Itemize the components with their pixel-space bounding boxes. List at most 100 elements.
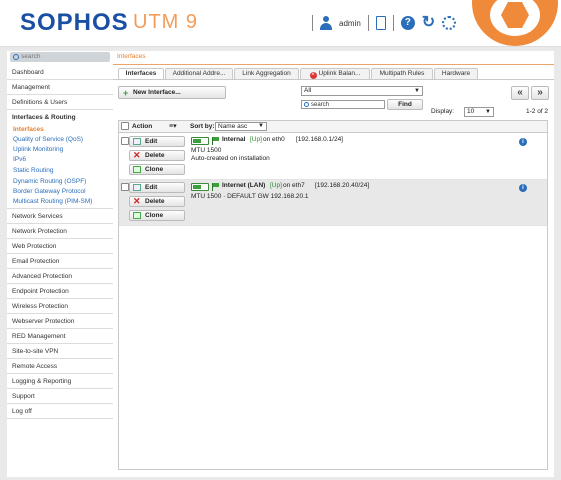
sidebar-search-input[interactable]: search	[10, 52, 110, 62]
sidebar-item-network-protection[interactable]: Network Protection	[7, 225, 113, 239]
sidebar-sub-uplink-monitoring[interactable]: Uplink Monitoring	[7, 145, 113, 155]
edit-button[interactable]: Edit	[129, 182, 185, 193]
sidebar-sub-multicast-routing[interactable]: Multicast Routing (PIM-SM)	[7, 197, 113, 209]
clone-label: Clone	[145, 166, 164, 173]
chevron-down-icon: ▼	[414, 88, 420, 94]
display-label: Display:	[431, 108, 455, 115]
sidebar-item-management[interactable]: Management	[7, 81, 113, 95]
sidebar-item-advanced-protection[interactable]: Advanced Protection	[7, 270, 113, 284]
find-button[interactable]: Find	[387, 99, 423, 110]
delete-button[interactable]: ✕ Delete	[129, 150, 185, 161]
tab-multipath-rules[interactable]: Multipath Rules	[371, 68, 433, 79]
info-icon[interactable]: i	[519, 138, 527, 146]
error-icon: ×	[309, 72, 317, 79]
interface-hardware: on eth7	[283, 182, 305, 189]
delete-icon: ✕	[133, 150, 141, 160]
status-toggle[interactable]	[191, 183, 209, 191]
next-page-button[interactable]: »	[531, 86, 549, 100]
clone-button[interactable]: Clone	[129, 164, 185, 175]
tab-divider	[113, 79, 554, 80]
interface-name: Internal	[222, 136, 246, 143]
interface-address: [192.168.20.40/24]	[315, 182, 370, 189]
sort-by-label: Sort by:	[190, 123, 215, 130]
delete-label: Delete	[145, 198, 165, 205]
interface-status: [Up]	[250, 136, 262, 143]
delete-icon: ✕	[133, 196, 141, 206]
search-input[interactable]: search	[301, 100, 385, 109]
main-panel: Interfaces Interfaces Additional Addre..…	[113, 51, 554, 477]
search-placeholder: search	[311, 102, 330, 108]
help-icon[interactable]: ?	[400, 16, 415, 30]
sort-select[interactable]: Name asc ▼	[215, 122, 267, 131]
sidebar-sub-static-routing[interactable]: Static Routing	[7, 166, 113, 176]
select-all-checkbox[interactable]	[121, 122, 129, 130]
clone-button[interactable]: Clone	[129, 210, 185, 221]
sidebar-item-red-management[interactable]: RED Management	[7, 330, 113, 344]
interfaces-list: Action ≡▾ Sort by: Name asc ▼ Edit ✕ Del…	[118, 120, 548, 470]
interface-comment: Auto-created on installation	[191, 155, 270, 162]
sidebar: search Dashboard Management Definitions …	[7, 51, 113, 477]
sidebar-search-placeholder: search	[21, 53, 41, 60]
plus-icon: +	[123, 88, 129, 98]
sort-value: Name asc	[218, 123, 248, 130]
clipboard-icon[interactable]	[375, 16, 386, 30]
sidebar-item-wireless-protection[interactable]: Wireless Protection	[7, 300, 113, 314]
display-select[interactable]: 10 ▼	[464, 107, 494, 117]
tab-hardware[interactable]: Hardware	[434, 68, 478, 79]
tab-uplink-balancing-label: Uplink Balan...	[318, 70, 361, 77]
sidebar-sub-interfaces[interactable]: Interfaces	[7, 125, 113, 135]
user-icon[interactable]	[320, 16, 332, 30]
prev-page-button[interactable]: «	[511, 86, 529, 100]
sidebar-sub-ipv6[interactable]: IPv6	[7, 155, 113, 165]
row-checkbox[interactable]	[121, 183, 129, 191]
status-toggle[interactable]	[191, 137, 209, 145]
edit-button[interactable]: Edit	[129, 136, 185, 147]
product-name: UTM 9	[133, 11, 198, 33]
interface-hardware: on eth0	[263, 136, 285, 143]
tab-additional-addresses[interactable]: Additional Addre...	[165, 68, 233, 79]
reload-icon[interactable]: ↻	[422, 15, 435, 31]
interface-status: [Up]	[270, 182, 282, 189]
sidebar-item-email-protection[interactable]: Email Protection	[7, 255, 113, 269]
sidebar-item-network-services[interactable]: Network Services	[7, 210, 113, 224]
separator	[392, 15, 394, 31]
header-toolbar: admin ? ↻	[312, 13, 457, 33]
clone-icon	[133, 166, 141, 173]
flag-icon	[212, 183, 219, 191]
filter-select[interactable]: All ▼	[301, 86, 423, 96]
delete-button[interactable]: ✕ Delete	[129, 196, 185, 207]
app-header: SOPHOS UTM 9 admin ? ↻	[0, 0, 561, 47]
sidebar-item-definitions-users[interactable]: Definitions & Users	[7, 96, 113, 110]
sidebar-item-web-protection[interactable]: Web Protection	[7, 240, 113, 254]
info-icon[interactable]: i	[519, 184, 527, 192]
username[interactable]: admin	[339, 19, 361, 28]
sidebar-sub-qos[interactable]: Quality of Service (QoS)	[7, 135, 113, 145]
sidebar-item-remote-access[interactable]: Remote Access	[7, 360, 113, 374]
edit-icon	[133, 184, 141, 191]
sidebar-item-interfaces-routing[interactable]: Interfaces & Routing	[7, 111, 113, 125]
page-count: 1-2 of 2	[526, 108, 549, 115]
sidebar-sub-bgp[interactable]: Border Gateway Protocol	[7, 187, 113, 197]
table-row: Edit ✕ Delete Clone Internet (LAN) [Up] …	[119, 180, 547, 226]
chevron-down-icon: ▼	[485, 109, 491, 115]
sidebar-sub-dynamic-routing[interactable]: Dynamic Routing (OSPF)	[7, 177, 113, 187]
sidebar-item-support[interactable]: Support	[7, 390, 113, 404]
sidebar-item-endpoint-protection[interactable]: Endpoint Protection	[7, 285, 113, 299]
row-checkbox[interactable]	[121, 137, 129, 145]
search-icon	[304, 102, 309, 107]
sidebar-item-log-off[interactable]: Log off	[7, 405, 113, 419]
activity-icon[interactable]	[442, 16, 457, 30]
interface-address: [192.168.0.1/24]	[296, 136, 343, 143]
sidebar-item-webserver-protection[interactable]: Webserver Protection	[7, 315, 113, 329]
tab-uplink-balancing[interactable]: × Uplink Balan...	[300, 68, 370, 79]
clone-label: Clone	[145, 212, 164, 219]
sidebar-item-dashboard[interactable]: Dashboard	[7, 66, 113, 80]
delete-label: Delete	[145, 152, 165, 159]
tab-link-aggregation[interactable]: Link Aggregation	[234, 68, 299, 79]
sidebar-item-logging-reporting[interactable]: Logging & Reporting	[7, 375, 113, 389]
menu-icon[interactable]: ≡▾	[169, 122, 177, 130]
new-interface-button[interactable]: + New Interface...	[118, 86, 226, 99]
edit-icon	[133, 138, 141, 145]
sidebar-item-site-to-site-vpn[interactable]: Site-to-site VPN	[7, 345, 113, 359]
sophos-hex-logo	[472, 0, 558, 46]
